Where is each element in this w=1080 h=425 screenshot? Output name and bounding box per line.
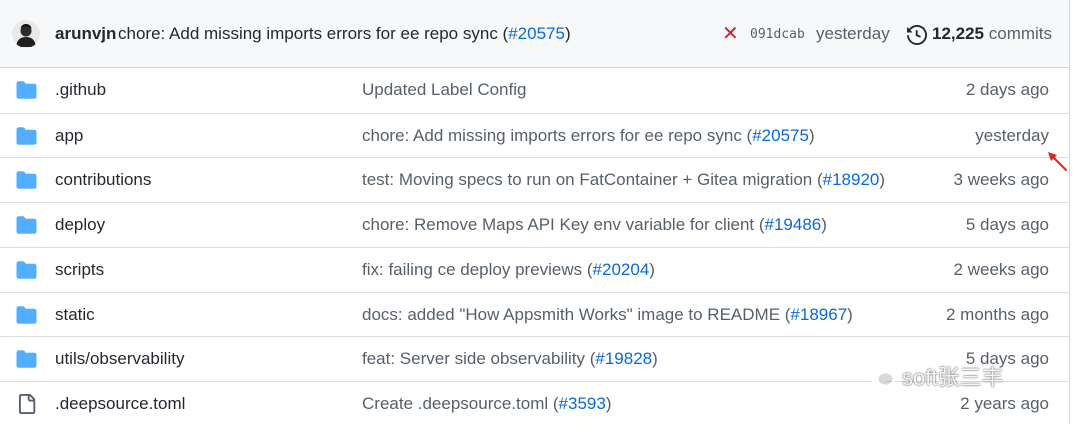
table-row[interactable]: app chore: Add missing imports errors for… <box>0 112 1069 157</box>
folder-icon <box>16 215 37 235</box>
repo-file-browser: arunvjn chore: Add missing imports error… <box>0 0 1070 424</box>
file-commit-message[interactable]: Updated Label Config <box>362 80 526 100</box>
file-commit-close: ) <box>847 304 853 324</box>
file-commit-text[interactable]: Updated Label Config <box>362 80 526 99</box>
table-row[interactable]: deploy chore: Remove Maps API Key env var… <box>0 202 1069 246</box>
file-commit-pr-link[interactable]: #3593 <box>559 394 606 413</box>
history-icon[interactable] <box>907 25 927 45</box>
file-commit-pr-link[interactable]: #18920 <box>823 170 880 189</box>
table-row[interactable]: .github Updated Label Config 2 days ago <box>0 68 1069 112</box>
file-name-link[interactable]: static <box>55 305 95 325</box>
file-commit-text[interactable]: docs: added "How Appsmith Works" image t… <box>362 305 790 324</box>
file-name-link[interactable]: app <box>55 126 83 146</box>
file-name-link[interactable]: deploy <box>55 215 105 235</box>
file-commit-text[interactable]: fix: failing ce deploy previews ( <box>362 260 593 279</box>
table-row[interactable]: contributions test: Moving specs to run o… <box>0 157 1069 201</box>
file-commit-close: ) <box>652 349 658 369</box>
table-row[interactable]: .deepsource.toml Create .deepsource.toml … <box>0 380 1069 425</box>
file-name-link[interactable]: utils/observability <box>55 349 184 369</box>
file-name-link[interactable]: scripts <box>55 260 104 280</box>
file-commit-message[interactable]: test: Moving specs to run on FatContaine… <box>362 170 885 190</box>
file-commit-message[interactable]: chore: Add missing imports errors for ee… <box>362 126 815 146</box>
file-commit-close: ) <box>605 393 612 413</box>
file-commit-text[interactable]: chore: Remove Maps API Key env variable … <box>362 215 765 234</box>
file-commit-pr-link[interactable]: #20204 <box>593 260 650 279</box>
commit-sha-link[interactable]: 091dcab <box>750 27 805 42</box>
commit-message[interactable]: chore: Add missing imports errors for ee… <box>118 24 571 44</box>
file-commit-time: 5 days ago <box>965 349 1049 369</box>
file-commit-text[interactable]: chore: Add missing imports errors for ee… <box>362 126 752 145</box>
folder-icon <box>16 305 37 325</box>
file-commit-message[interactable]: docs: added "How Appsmith Works" image t… <box>362 305 853 325</box>
file-commit-pr-link[interactable]: #19486 <box>765 215 822 234</box>
table-row[interactable]: scripts fix: failing ce deploy previews (… <box>0 246 1069 291</box>
file-commit-text[interactable]: test: Moving specs to run on FatContaine… <box>362 170 823 189</box>
file-commit-close: ) <box>821 215 827 235</box>
file-commit-pr-link[interactable]: #20575 <box>752 126 809 145</box>
commit-message-close: ) <box>564 24 571 43</box>
file-icon <box>16 393 37 414</box>
file-commit-message[interactable]: chore: Remove Maps API Key env variable … <box>362 215 827 235</box>
folder-icon <box>16 126 37 146</box>
table-row[interactable]: utils/observability feat: Server side obs… <box>0 336 1069 380</box>
commit-time: yesterday <box>816 24 890 43</box>
file-name-link[interactable]: contributions <box>55 170 151 190</box>
file-commit-text[interactable]: feat: Server side observability ( <box>362 349 595 368</box>
commit-count-number[interactable]: 12,225 <box>932 24 984 43</box>
commit-count-word[interactable]: commits <box>989 24 1052 43</box>
folder-icon <box>16 260 37 280</box>
folder-icon <box>16 80 37 100</box>
latest-commit-bar: arunvjn chore: Add missing imports error… <box>0 0 1069 68</box>
red-arrow-annotation <box>1048 152 1067 171</box>
file-commit-close: ) <box>879 170 886 190</box>
file-commit-text[interactable]: Create .deepsource.toml ( <box>362 394 559 413</box>
file-name-link[interactable]: .deepsource.toml <box>55 394 185 414</box>
folder-icon <box>16 170 37 190</box>
commit-count-link[interactable]: 12,225 commits <box>932 24 1052 44</box>
table-row[interactable]: static docs: added "How Appsmith Works" i… <box>0 291 1069 336</box>
file-commit-time: yesterday <box>975 125 1049 145</box>
file-commit-message[interactable]: feat: Server side observability (#19828) <box>362 349 658 369</box>
file-name-link[interactable]: .github <box>55 80 106 100</box>
avatar[interactable] <box>12 20 40 48</box>
file-commit-message[interactable]: fix: failing ce deploy previews (#20204) <box>362 260 655 280</box>
file-commit-close: ) <box>808 125 815 145</box>
file-commit-time: 2 years ago <box>960 393 1049 413</box>
file-commit-pr-link[interactable]: #19828 <box>595 349 652 368</box>
file-commit-time: 2 months ago <box>945 304 1049 324</box>
folder-icon <box>16 349 37 369</box>
file-commit-pr-link[interactable]: #18967 <box>790 305 847 324</box>
commit-pr-link[interactable]: #20575 <box>508 24 565 43</box>
file-commit-time: 3 weeks ago <box>953 170 1049 190</box>
file-commit-time: 2 weeks ago <box>953 259 1049 279</box>
file-commit-close: ) <box>649 259 655 279</box>
commit-message-text[interactable]: chore: Add missing imports errors for ee… <box>118 24 508 43</box>
file-commit-time: 5 days ago <box>965 215 1049 235</box>
file-commit-message[interactable]: Create .deepsource.toml (#3593) <box>362 394 612 414</box>
commit-author-link[interactable]: arunvjn <box>55 24 116 44</box>
x-icon[interactable]: ✕ <box>722 22 739 46</box>
file-commit-time: 2 days ago <box>965 80 1049 99</box>
